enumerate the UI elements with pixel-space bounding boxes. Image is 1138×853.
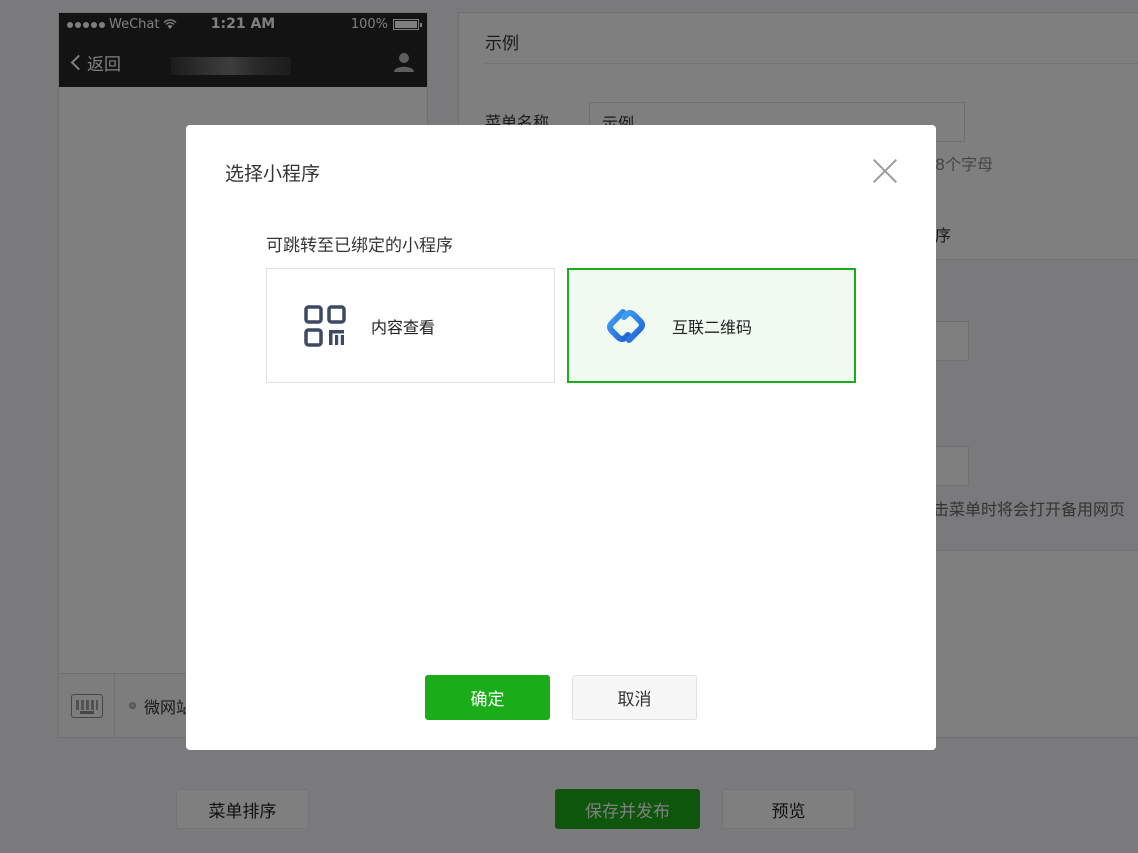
card-label: 内容查看 [371,317,436,337]
qr-grid-icon [304,304,346,347]
cancel-button[interactable]: 取消 [572,675,697,720]
dialog-title: 选择小程序 [225,163,321,185]
chain-link-icon [607,308,645,343]
miniprogram-card-content-view[interactable]: 内容查看 [266,268,555,383]
confirm-button[interactable]: 确定 [425,675,550,720]
close-icon[interactable] [872,158,898,184]
miniprogram-card-qrcode-link[interactable]: 互联二维码 [567,268,856,383]
dialog-subtitle: 可跳转至已绑定的小程序 [266,236,453,256]
select-miniprogram-dialog: 选择小程序 可跳转至已绑定的小程序 内容查看 互联二维码 确定 取消 [186,125,936,750]
card-label: 互联二维码 [672,317,753,337]
